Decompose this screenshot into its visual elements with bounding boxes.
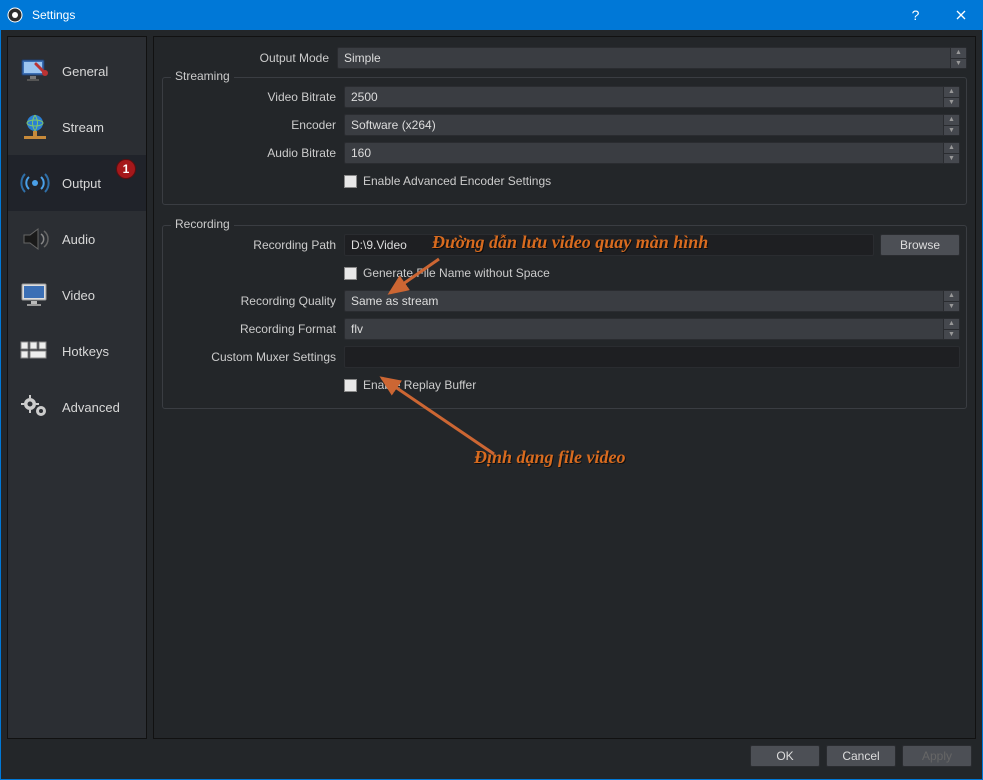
titlebar: Settings ? (0, 0, 983, 30)
sidebar-item-label: Audio (62, 232, 95, 247)
main-panel: Output Mode Simple ▲▼ Streaming Video Bi… (153, 36, 976, 739)
audio-bitrate-select[interactable]: 160 ▲▼ (344, 142, 960, 164)
sidebar-item-advanced[interactable]: Advanced (8, 379, 146, 435)
sidebar-item-label: Output (62, 176, 101, 191)
sidebar-item-label: General (62, 64, 108, 79)
streaming-group-title: Streaming (171, 69, 234, 83)
close-button[interactable] (938, 0, 983, 30)
gears-icon (18, 393, 52, 421)
cancel-button[interactable]: Cancel (826, 745, 896, 767)
video-bitrate-input[interactable]: 2500 ▲▼ (344, 86, 960, 108)
chevron-updown-icon: ▲▼ (943, 143, 959, 163)
help-button[interactable]: ? (893, 0, 938, 30)
dialog-footer: OK Cancel Apply (7, 739, 976, 773)
chevron-updown-icon: ▲▼ (950, 48, 966, 68)
output-mode-select[interactable]: Simple ▲▼ (337, 47, 967, 69)
recording-format-label: Recording Format (169, 322, 344, 336)
browse-button[interactable]: Browse (880, 234, 960, 256)
recording-quality-select[interactable]: Same as stream ▲▼ (344, 290, 960, 312)
video-bitrate-label: Video Bitrate (169, 90, 344, 104)
muxer-settings-input[interactable] (344, 346, 960, 368)
monitor-icon (18, 281, 52, 309)
monitor-wrench-icon (18, 57, 52, 85)
sidebar: General Stream Output 1 Audio (7, 36, 147, 739)
checkbox-box-icon (344, 267, 357, 280)
app-icon (0, 7, 30, 23)
recording-group-title: Recording (171, 217, 234, 231)
output-mode-label: Output Mode (162, 51, 337, 65)
generate-filename-checkbox[interactable]: Generate File Name without Space (344, 266, 550, 280)
spinner-buttons-icon[interactable]: ▲▼ (943, 87, 959, 107)
checkbox-box-icon (344, 175, 357, 188)
recording-path-input[interactable]: D:\9.Video (344, 234, 874, 256)
annotation-format: Định dạng file video (474, 447, 626, 468)
keyboard-icon (18, 337, 52, 365)
chevron-updown-icon: ▲▼ (943, 291, 959, 311)
muxer-settings-label: Custom Muxer Settings (169, 350, 344, 364)
sidebar-item-label: Stream (62, 120, 104, 135)
sidebar-item-audio[interactable]: Audio (8, 211, 146, 267)
sidebar-item-hotkeys[interactable]: Hotkeys (8, 323, 146, 379)
enable-replay-buffer-checkbox[interactable]: Enable Replay Buffer (344, 378, 476, 392)
sidebar-item-label: Video (62, 288, 95, 303)
sidebar-item-output[interactable]: Output 1 (8, 155, 146, 211)
recording-format-select[interactable]: flv ▲▼ (344, 318, 960, 340)
checkbox-box-icon (344, 379, 357, 392)
sidebar-item-label: Advanced (62, 400, 120, 415)
recording-group: Recording Recording Path D:\9.Video Brow… (162, 225, 967, 409)
ok-button[interactable]: OK (750, 745, 820, 767)
encoder-select[interactable]: Software (x264) ▲▼ (344, 114, 960, 136)
sidebar-item-stream[interactable]: Stream (8, 99, 146, 155)
speaker-icon (18, 225, 52, 253)
globe-network-icon (18, 113, 52, 141)
badge: 1 (116, 159, 136, 179)
window-title: Settings (30, 8, 893, 22)
encoder-label: Encoder (169, 118, 344, 132)
recording-quality-label: Recording Quality (169, 294, 344, 308)
recording-path-label: Recording Path (169, 238, 344, 252)
streaming-group: Streaming Video Bitrate 2500 ▲▼ Encoder (162, 77, 967, 205)
broadcast-icon (18, 169, 52, 197)
sidebar-item-label: Hotkeys (62, 344, 109, 359)
chevron-updown-icon: ▲▼ (943, 115, 959, 135)
chevron-updown-icon: ▲▼ (943, 319, 959, 339)
apply-button[interactable]: Apply (902, 745, 972, 767)
enable-advanced-encoder-checkbox[interactable]: Enable Advanced Encoder Settings (344, 174, 551, 188)
sidebar-item-general[interactable]: General (8, 43, 146, 99)
audio-bitrate-label: Audio Bitrate (169, 146, 344, 160)
sidebar-item-video[interactable]: Video (8, 267, 146, 323)
